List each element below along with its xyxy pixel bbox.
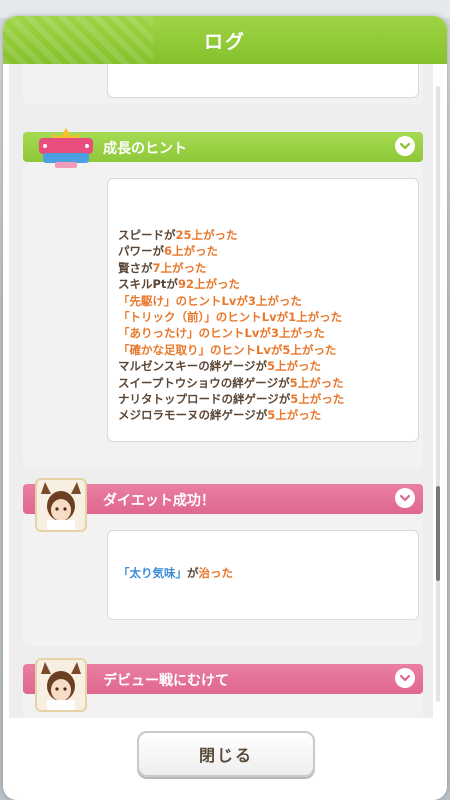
log-line: 「先駆け」のヒントLvが3上がった [118, 293, 408, 309]
log-line-segment: 「太り気味」 [118, 566, 187, 580]
grand-masters-logo [39, 128, 93, 168]
log-entry-diet-success: ダイエット成功！ 「太り気味」が治った [23, 478, 423, 646]
log-line-segment: ナリタトップロードの絆ゲージが [118, 392, 291, 407]
chevron-down-icon[interactable] [395, 136, 415, 156]
log-line-segment: 賢さが [118, 260, 153, 275]
log-line-segment: 25上がった [175, 228, 238, 242]
log-line-segment: 「ありったけ」のヒントLvが3上がった [118, 326, 325, 341]
log-dialog: ログ 成長のヒント スピードが25上がった パワーが6上がった 賢さが7上がった… [3, 16, 447, 800]
log-line: 賢さが7上がった [118, 260, 408, 276]
log-line-segment: 5上がった [289, 375, 344, 390]
scrollbar-track[interactable] [436, 86, 440, 702]
log-line: スキルPtが92上がった [118, 276, 408, 292]
log-entry-title: 成長のヒント [103, 141, 187, 157]
log-line: メジロラモーヌの絆ゲージが5上がった [118, 407, 408, 423]
log-scroll-area[interactable]: 成長のヒント スピードが25上がった パワーが6上がった 賢さが7上がった スキルPt… [9, 64, 433, 718]
log-line: パワーが6上がった [118, 243, 408, 259]
log-line-segment: 5上がった [267, 359, 322, 374]
log-line-segment: 治った [198, 566, 234, 580]
log-line: スピードが25上がった [118, 227, 408, 243]
log-line-segment: マルゼンスキーの絆ゲージが [118, 359, 268, 374]
log-line-segment: 5上がった [290, 392, 345, 407]
log-line: 「太り気味」が治った [118, 565, 408, 581]
log-line: ナリタトップロードの絆ゲージが5上がった [118, 391, 408, 407]
log-line-segment: メジロラモーヌの絆ゲージが [118, 408, 268, 423]
log-line-segment: 「先駆け」のヒントLvが3上がった [118, 293, 302, 308]
dialog-footer: 閉じる [3, 718, 447, 800]
scrollbar-thumb[interactable] [436, 486, 440, 581]
character-portrait [35, 658, 87, 712]
log-line: 「ありったけ」のヒントLvが3上がった [118, 325, 408, 341]
log-line: スイープトウショウの絆ゲージが5上がった [118, 375, 408, 391]
log-lines: スピードが25上がった パワーが6上がった 賢さが7上がった スキルPtが92上がった… [118, 227, 408, 424]
log-line-segment: スキルPtが [118, 277, 178, 292]
log-line-segment: 92上がった [177, 277, 240, 292]
log-line: マルゼンスキーの絆ゲージが5上がった [118, 358, 408, 374]
log-line: 「確かな足取り」のヒントLvが5上がった [118, 342, 408, 358]
log-entry-title: ダイエット成功！ [103, 493, 215, 509]
log-entry-body: 「太り気味」が治った [107, 530, 419, 620]
log-line-segment: スピードが [118, 228, 176, 242]
log-line: 「トリック（前）」のヒントLvが1上がった [118, 309, 408, 325]
chevron-down-icon[interactable] [395, 668, 415, 688]
log-entry-title: デビュー戦にむけて [103, 673, 229, 689]
log-line-segment: 5上がった [267, 408, 322, 423]
character-portrait [35, 478, 87, 532]
log-line-segment: が [187, 566, 199, 580]
log-line-segment: 7上がった [152, 260, 207, 275]
log-entry-growth-hint: 成長のヒント スピードが25上がった パワーが6上がった 賢さが7上がった スキルPt… [23, 128, 423, 468]
chevron-down-icon[interactable] [395, 488, 415, 508]
log-entry-debut-race: デビュー戦にむけて [23, 658, 423, 718]
close-button[interactable]: 閉じる [137, 731, 315, 777]
dialog-title: ログ [203, 30, 246, 53]
log-entry-body: スピードが25上がった パワーが6上がった 賢さが7上がった スキルPtが92上がった… [107, 178, 419, 442]
log-line-segment: スイープトウショウの絆ゲージが [118, 375, 290, 390]
log-entry-body [107, 64, 419, 98]
log-lines: 「太り気味」が治った [118, 565, 408, 581]
close-button-label: 閉じる [198, 746, 253, 765]
log-line-segment: 6上がった [164, 244, 219, 259]
log-entry-previous [23, 64, 423, 104]
log-line-segment: パワーが [118, 244, 164, 259]
log-line-segment: 「トリック（前）」のヒントLvが1上がった [118, 310, 343, 325]
log-line-segment: 「確かな足取り」のヒントLvが5上がった [118, 342, 337, 357]
dialog-header: ログ [3, 16, 447, 64]
